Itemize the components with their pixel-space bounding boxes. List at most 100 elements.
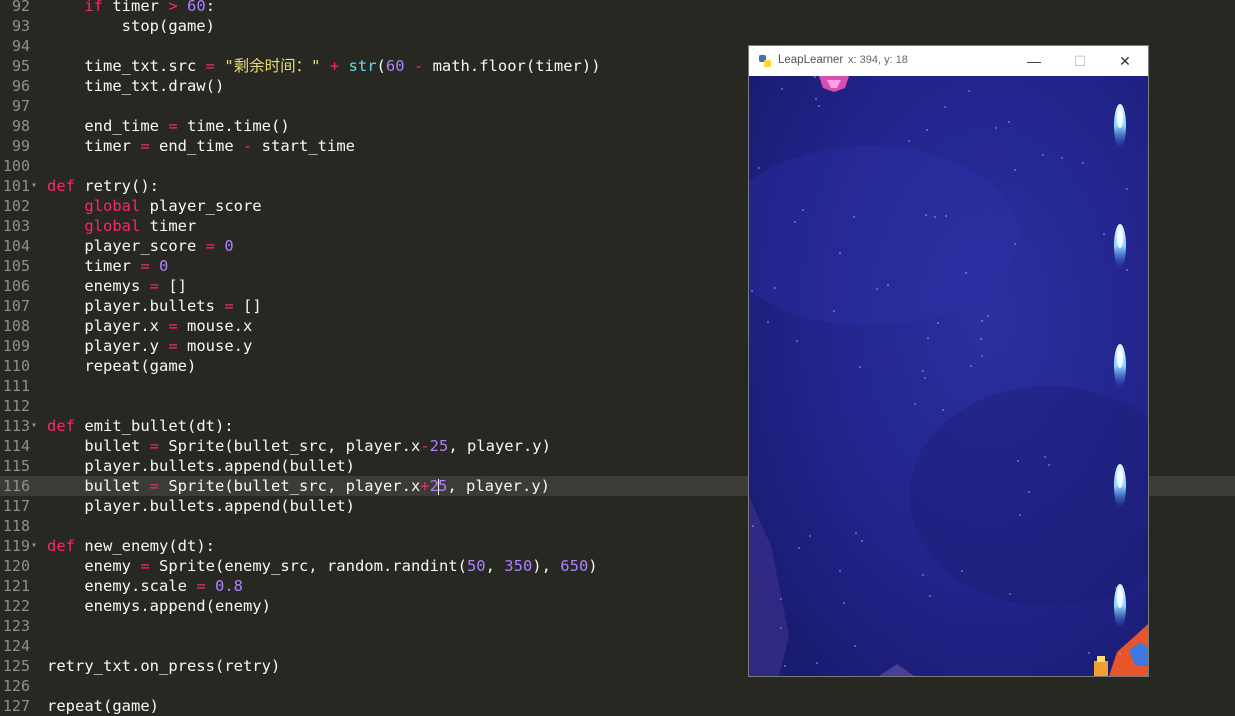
star <box>981 355 983 357</box>
code-token: ( <box>376 57 386 75</box>
code-token: enemy.scale <box>47 577 197 595</box>
fold-arrow-icon[interactable]: ▾ <box>31 176 37 196</box>
star <box>781 88 783 90</box>
star <box>965 272 967 274</box>
code-token: = <box>205 57 215 75</box>
code-token: = <box>205 237 215 255</box>
star <box>1082 162 1084 164</box>
star <box>1017 460 1019 462</box>
code-token: 350 <box>504 557 533 575</box>
game-canvas[interactable] <box>749 76 1148 676</box>
maximize-button[interactable]: ☐ <box>1057 46 1103 76</box>
minimize-button[interactable]: — <box>1011 46 1057 76</box>
code-text: player_score = 0 <box>47 236 234 256</box>
line-number: 97 <box>11 97 30 115</box>
code-token: 650 <box>560 557 589 575</box>
code-text: if timer > 60: <box>47 0 215 16</box>
star <box>924 377 926 379</box>
game-window[interactable]: LeapLearner x: 394, y: 18 — ☐ ✕ <box>748 45 1149 677</box>
code-line[interactable]: 126 <box>0 676 1235 696</box>
close-button[interactable]: ✕ <box>1102 46 1148 76</box>
star <box>839 252 841 254</box>
line-number: 96 <box>11 77 30 95</box>
star <box>814 76 816 78</box>
code-token: retry(): <box>75 177 159 195</box>
code-text: timer = end_time - start_time <box>47 136 355 156</box>
code-text: def new_enemy(dt): <box>47 536 215 556</box>
code-text: retry_txt.on_press(retry) <box>47 656 280 676</box>
star <box>1044 456 1046 458</box>
code-token: 60 <box>187 0 206 15</box>
star <box>796 340 798 342</box>
line-number: 126 <box>2 677 30 695</box>
bullet-core <box>1117 588 1123 608</box>
code-token: player.bullets.append(bullet) <box>47 457 355 475</box>
python-icon <box>759 55 771 67</box>
code-token: timer <box>103 0 169 15</box>
star <box>914 403 916 405</box>
star <box>774 287 776 289</box>
star <box>927 337 929 339</box>
code-line[interactable]: 93 stop(game) <box>0 16 1235 36</box>
code-token: = <box>149 437 159 455</box>
code-token: global <box>84 217 141 235</box>
code-token: player.bullets.append(bullet) <box>47 497 355 515</box>
mouse-coordinates: x: 394, y: 18 <box>848 54 908 66</box>
code-token: time_txt.src <box>47 57 206 75</box>
star <box>1061 157 1063 159</box>
code-token: Sprite(bullet_src, player.x <box>159 477 421 495</box>
code-text: player.x = mouse.x <box>47 316 252 336</box>
code-token: retry_txt.on_press(retry) <box>47 657 281 675</box>
code-line[interactable]: 127 repeat(game) <box>0 696 1235 716</box>
line-number: 94 <box>11 37 30 55</box>
bullet-core <box>1117 228 1123 248</box>
code-line[interactable]: 92 if timer > 60: <box>0 0 1235 16</box>
code-token: enemys.append(enemy) <box>47 597 271 615</box>
line-number: 105 <box>2 257 30 275</box>
star <box>926 129 928 131</box>
star <box>1028 491 1030 493</box>
code-token: player.y <box>47 337 169 355</box>
code-token: + <box>329 57 340 75</box>
star <box>854 645 856 647</box>
line-number: 121 <box>2 577 30 595</box>
code-text: enemys = [] <box>47 276 187 296</box>
line-number: 108 <box>2 317 30 335</box>
star <box>1119 653 1121 655</box>
code-token: def <box>47 417 75 435</box>
code-text: timer = 0 <box>47 256 168 276</box>
star <box>968 90 970 92</box>
code-token: 0 <box>224 237 234 255</box>
line-number: 95 <box>11 57 30 75</box>
code-text: repeat(game) <box>47 356 196 376</box>
star <box>751 290 753 292</box>
code-token: = <box>149 277 159 295</box>
fold-arrow-icon[interactable]: ▾ <box>31 416 37 436</box>
code-token: time.time() <box>177 117 290 135</box>
star <box>908 140 910 142</box>
star <box>1126 188 1128 190</box>
star <box>1088 652 1090 654</box>
line-number: 106 <box>2 277 30 295</box>
title-bar[interactable]: LeapLearner x: 394, y: 18 — ☐ ✕ <box>749 46 1148 76</box>
code-token: timer <box>47 137 141 155</box>
code-token: = <box>196 577 206 595</box>
code-token: mouse.x <box>177 317 253 335</box>
star <box>1009 593 1011 595</box>
code-token: Sprite(bullet_src, player.x <box>159 437 421 455</box>
star <box>922 370 924 372</box>
code-token: timer <box>47 257 141 275</box>
line-number: 115 <box>2 457 30 475</box>
code-text: enemy = Sprite(enemy_src, random.randint… <box>47 556 597 576</box>
line-number: 111 <box>2 377 30 395</box>
bullet-core <box>1117 348 1123 368</box>
code-token: ), <box>532 557 561 575</box>
bullet-core <box>1117 468 1123 488</box>
game-scene <box>749 76 1148 676</box>
star <box>944 106 946 108</box>
fold-arrow-icon[interactable]: ▾ <box>31 536 37 556</box>
